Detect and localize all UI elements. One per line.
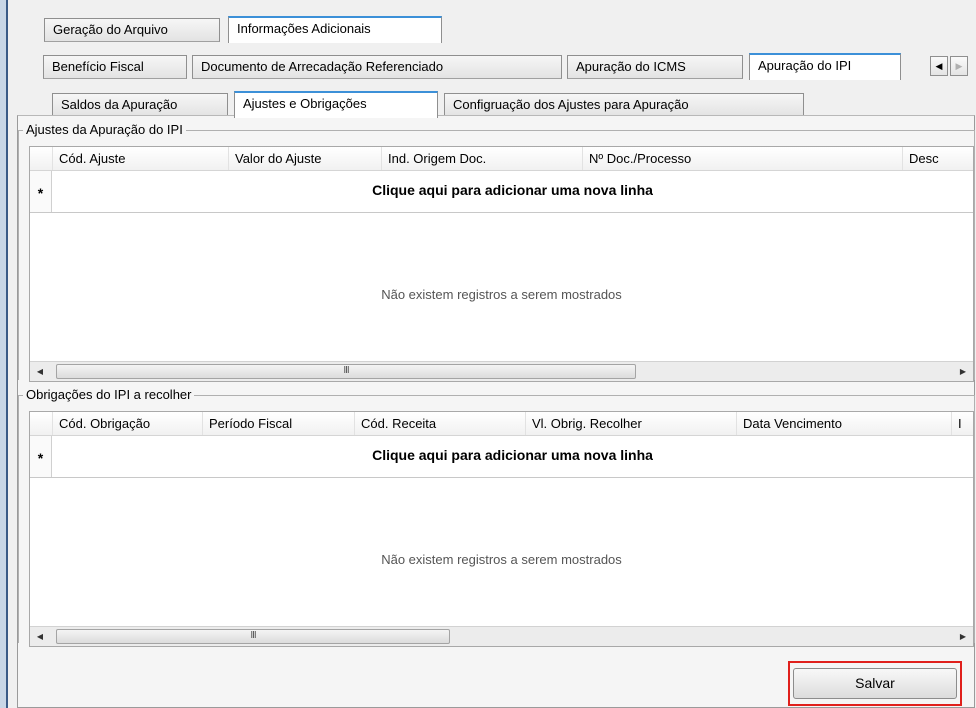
content-panel: Ajustes da Apuração do IPI Cód. Ajuste V… xyxy=(17,115,975,708)
ajustes-new-row-label[interactable]: Clique aqui para adicionar uma nova linh… xyxy=(52,171,973,209)
tab-saldos-apuracao[interactable]: Saldos da Apuração xyxy=(52,93,228,117)
tabs-level3: Saldos da Apuração Ajustes e Obrigações … xyxy=(8,91,976,118)
obrigacoes-hscroll[interactable]: ◀ III ▶ xyxy=(30,626,973,646)
col-vl-obrig-recolher[interactable]: Vl. Obrig. Recolher xyxy=(525,412,736,435)
tabs-level2: Benefício Fiscal Documento de Arrecadaçã… xyxy=(8,53,976,80)
ajustes-hscroll[interactable]: ◀ III ▶ xyxy=(30,361,973,381)
tab-geracao-arquivo[interactable]: Geração do Arquivo xyxy=(44,18,220,42)
tab-beneficio-fiscal[interactable]: Benefício Fiscal xyxy=(43,55,187,79)
window: Geração do Arquivo Informações Adicionai… xyxy=(6,0,976,708)
save-button[interactable]: Salvar xyxy=(793,668,957,699)
scroll-right-icon[interactable]: ▶ xyxy=(953,627,973,646)
tab-apuracao-icms[interactable]: Apuração do ICMS xyxy=(567,55,743,79)
tab-documento-arrecadacao[interactable]: Documento de Arrecadação Referenciado xyxy=(192,55,562,79)
save-button-highlight: Salvar xyxy=(788,661,962,706)
row-selector[interactable]: * xyxy=(30,436,52,477)
group-ajustes-title: Ajustes da Apuração do IPI xyxy=(23,122,186,138)
scroll-right-icon[interactable]: ▶ xyxy=(953,362,973,381)
col-cod-obrigacao[interactable]: Cód. Obrigação xyxy=(52,412,202,435)
obrigacoes-new-row[interactable]: * Clique aqui para adicionar uma nova li… xyxy=(30,436,973,478)
tab-scroll-left-button[interactable]: ◀ xyxy=(930,56,948,76)
tab-apuracao-ipi[interactable]: Apuração do IPI xyxy=(749,53,901,80)
tabs-level1: Geração do Arquivo Informações Adicionai… xyxy=(8,16,976,43)
col-data-vencimento[interactable]: Data Vencimento xyxy=(736,412,951,435)
tab-ajustes-obrigacoes[interactable]: Ajustes e Obrigações xyxy=(234,91,438,118)
col-ind-origem-doc[interactable]: Ind. Origem Doc. xyxy=(381,147,582,170)
scroll-left-icon[interactable]: ◀ xyxy=(30,362,50,381)
col-num-doc-processo[interactable]: Nº Doc./Processo xyxy=(582,147,902,170)
col-desc[interactable]: Desc xyxy=(902,147,975,170)
grid-ajustes[interactable]: Cód. Ajuste Valor do Ajuste Ind. Origem … xyxy=(29,146,974,382)
row-selector[interactable]: * xyxy=(30,171,52,212)
col-valor-ajuste[interactable]: Valor do Ajuste xyxy=(228,147,381,170)
grid-obrigacoes[interactable]: Cód. Obrigação Período Fiscal Cód. Recei… xyxy=(29,411,974,647)
group-obrigacoes-title: Obrigações do IPI a recolher xyxy=(23,387,195,403)
save-button-label: Salvar xyxy=(855,675,895,691)
scroll-left-icon[interactable]: ◀ xyxy=(30,627,50,646)
ajustes-empty-message: Não existem registros a serem mostrados xyxy=(381,287,622,302)
obrigacoes-empty-message: Não existem registros a serem mostrados xyxy=(381,552,622,567)
col-cod-ajuste[interactable]: Cód. Ajuste xyxy=(52,147,228,170)
scroll-thumb[interactable]: III xyxy=(56,364,636,379)
col-truncated[interactable]: I xyxy=(951,412,975,435)
tab-informacoes-adicionais[interactable]: Informações Adicionais xyxy=(228,16,442,43)
tab-configuracao-ajustes[interactable]: Configruação dos Ajustes para Apuração xyxy=(444,93,804,117)
grid-ajustes-header: Cód. Ajuste Valor do Ajuste Ind. Origem … xyxy=(30,147,973,171)
ajustes-new-row[interactable]: * Clique aqui para adicionar uma nova li… xyxy=(30,171,973,213)
scroll-thumb[interactable]: III xyxy=(56,629,450,644)
tab-scroll-right-button[interactable]: ▶ xyxy=(950,56,968,76)
col-cod-receita[interactable]: Cód. Receita xyxy=(354,412,525,435)
col-periodo-fiscal[interactable]: Período Fiscal xyxy=(202,412,354,435)
obrigacoes-new-row-label[interactable]: Clique aqui para adicionar uma nova linh… xyxy=(52,436,973,474)
grid-obrigacoes-header: Cód. Obrigação Período Fiscal Cód. Recei… xyxy=(30,412,973,436)
